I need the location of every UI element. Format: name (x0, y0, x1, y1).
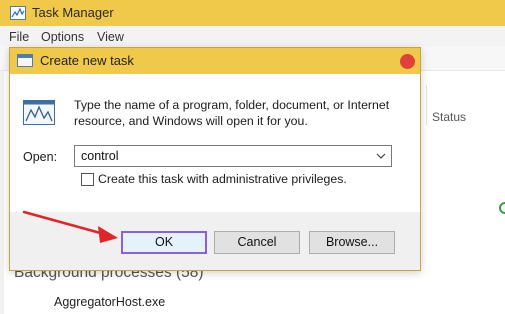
menu-options[interactable]: Options (41, 30, 84, 44)
menu-view[interactable]: View (97, 30, 124, 44)
open-input-value[interactable]: control (81, 149, 119, 163)
dialog-prompt-text: Type the name of a program, folder, docu… (74, 98, 390, 128)
create-new-task-dialog: Create new task Type the name of a progr… (9, 47, 421, 271)
dialog-title: Create new task (40, 53, 134, 68)
task-manager-title: Task Manager (32, 5, 114, 20)
task-manager-icon (10, 6, 26, 20)
process-row-name[interactable]: AggregatorHost.exe (54, 295, 165, 309)
status-indicator-icon (499, 202, 505, 214)
dialog-content (10, 74, 420, 212)
admin-privileges-checkbox[interactable] (81, 173, 94, 186)
cancel-button[interactable]: Cancel (214, 231, 300, 254)
column-header-status[interactable]: Status (432, 110, 466, 124)
admin-privileges-label[interactable]: Create this task with administrative pri… (98, 172, 347, 186)
run-dialog-icon (23, 100, 55, 125)
open-label: Open: (23, 150, 58, 164)
browse-button[interactable]: Browse... (309, 231, 395, 254)
column-separator[interactable] (426, 85, 427, 125)
window-edge (0, 71, 4, 314)
chevron-down-icon[interactable] (375, 150, 387, 162)
open-combobox[interactable]: control (74, 145, 392, 167)
menu-file[interactable]: File (9, 30, 29, 44)
close-icon[interactable] (400, 54, 415, 69)
ok-button[interactable]: OK (121, 231, 207, 254)
run-dialog-title-icon (17, 54, 33, 67)
